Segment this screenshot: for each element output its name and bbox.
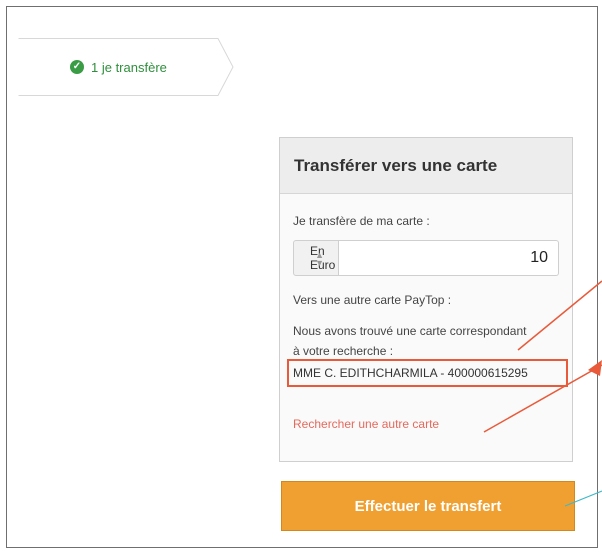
check-circle-icon: ✓ <box>70 60 84 74</box>
found-card-result: MME C. EDITHCHARMILA - 400000615295 <box>293 366 528 380</box>
transfer-panel: Transférer vers une carte Je transfère d… <box>279 137 573 462</box>
step-label: 1 je transfère <box>91 59 167 75</box>
found-card-message: Nous avons trouvé une carte correspondan… <box>293 324 527 358</box>
currency-select[interactable]: En Euro ▲ ▼ <box>293 240 339 276</box>
select-arrows-icon: ▲ ▼ <box>315 250 324 268</box>
panel-header: Transférer vers une carte <box>280 138 572 194</box>
panel-title: Transférer vers une carte <box>294 155 498 175</box>
search-another-card-link[interactable]: Rechercher une autre carte <box>293 417 439 431</box>
submit-transfer-button[interactable]: Effectuer le transfert <box>281 481 575 531</box>
to-card-label: Vers une autre carte PayTop : <box>293 293 452 307</box>
amount-input[interactable] <box>339 240 559 276</box>
from-card-label: Je transfère de ma carte : <box>293 214 430 228</box>
step-indicator-1: ✓ 1 je transfère <box>18 38 234 96</box>
amount-row: En Euro ▲ ▼ <box>293 240 559 276</box>
